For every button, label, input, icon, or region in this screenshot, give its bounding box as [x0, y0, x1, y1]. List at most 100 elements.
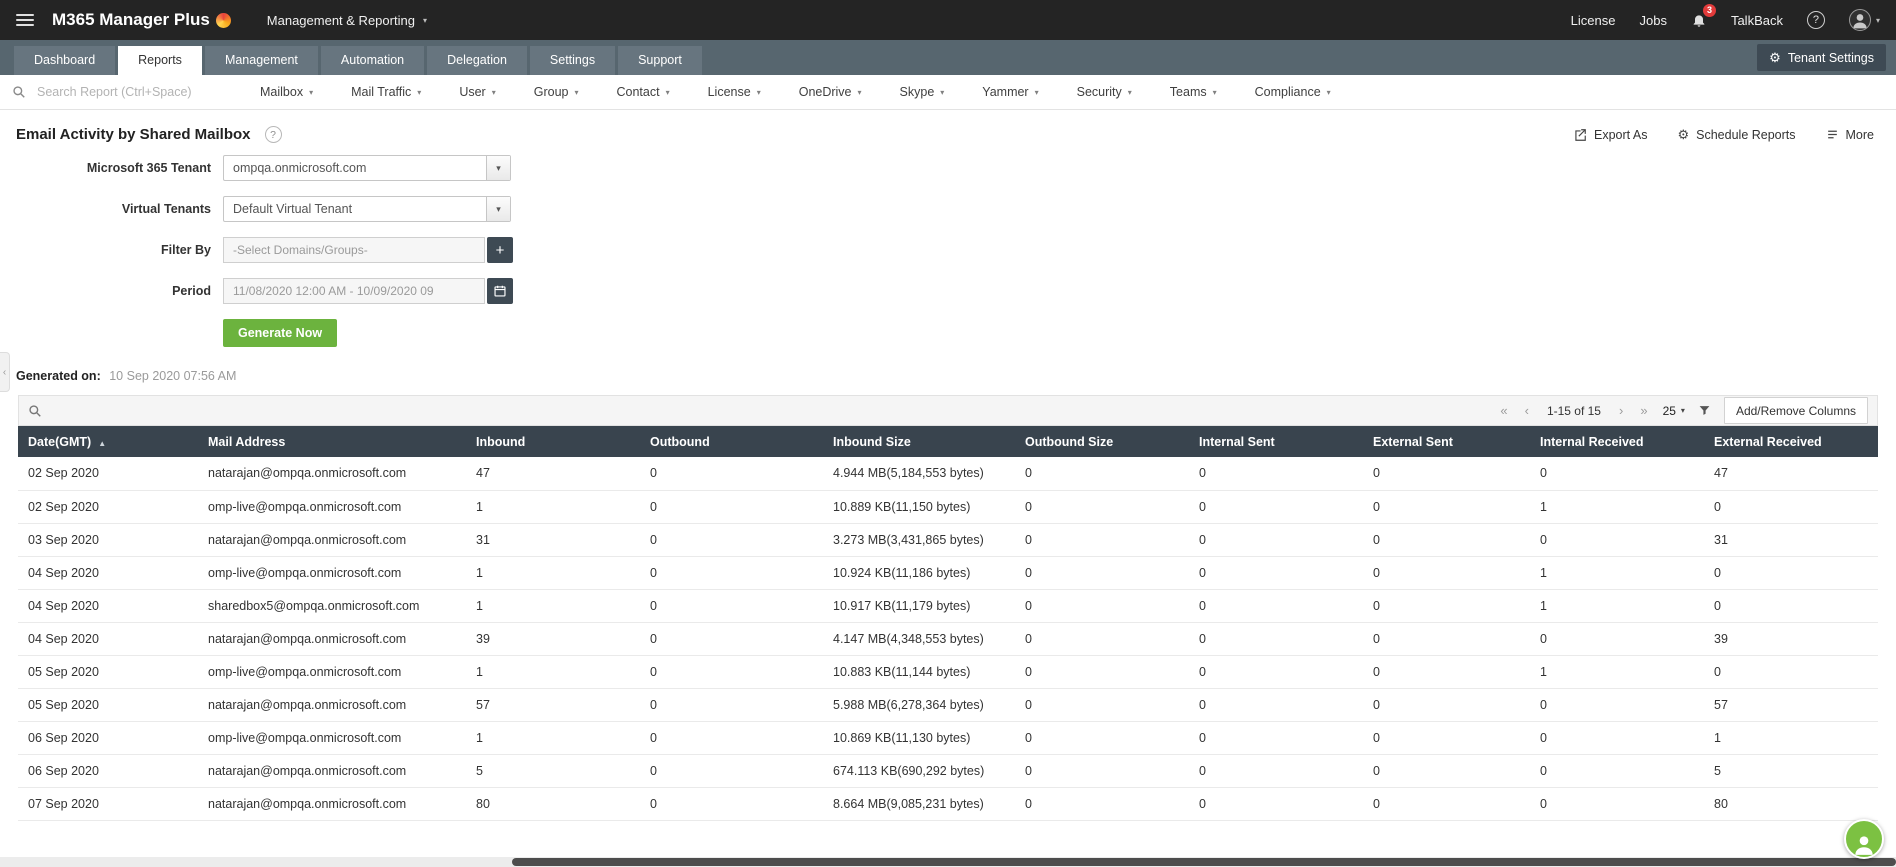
panel-collapse-handle[interactable]: ‹ — [0, 352, 10, 392]
first-page-button[interactable]: « — [1498, 403, 1509, 418]
table-cell: natarajan@ompqa.onmicrosoft.com — [198, 688, 466, 722]
schedule-reports-button[interactable]: ⚙ Schedule Reports — [1677, 128, 1795, 142]
table-row[interactable]: 07 Sep 2020 natarajan@ompqa.onmicrosoft.c… — [18, 787, 1878, 821]
filter-funnel-icon[interactable] — [1698, 404, 1711, 417]
talkback-link[interactable]: TalkBack — [1731, 13, 1783, 28]
menu-security[interactable]: Security ▾ — [1077, 85, 1132, 99]
column-header-external-sent[interactable]: External Sent — [1363, 426, 1530, 457]
table-row[interactable]: 05 Sep 2020 omp-live@ompqa.onmicrosoft.co… — [18, 655, 1878, 689]
report-help-icon[interactable]: ? — [264, 126, 282, 143]
tab-support[interactable]: Support — [618, 46, 702, 75]
menu-user[interactable]: User ▾ — [459, 85, 495, 99]
table-search-icon[interactable] — [28, 404, 42, 418]
table-cell: 0 — [1530, 523, 1704, 557]
table-cell: 0 — [1530, 721, 1704, 755]
calendar-button[interactable] — [487, 278, 513, 304]
tenant-select[interactable]: ompqa.onmicrosoft.com ▾ — [223, 155, 511, 181]
avatar-icon — [1848, 9, 1871, 31]
menu-teams[interactable]: Teams ▾ — [1170, 85, 1217, 99]
main-tab-bar: Dashboard Reports Management Automation … — [0, 40, 1896, 75]
column-label: Inbound — [476, 434, 526, 449]
report-table-section: « ‹ 1-15 of 15 › » 25 ▾ Add/Remove Colum… — [18, 395, 1878, 821]
tab-settings[interactable]: Settings — [529, 46, 616, 75]
table-row[interactable]: 02 Sep 2020 natarajan@ompqa.onmicrosoft.c… — [18, 457, 1878, 491]
hamburger-menu-icon[interactable] — [16, 14, 34, 26]
tenant-settings-button[interactable]: ⚙ Tenant Settings — [1757, 44, 1886, 71]
menu-contact[interactable]: Contact ▾ — [617, 85, 670, 99]
period-field[interactable]: 11/08/2020 12:00 AM - 10/09/2020 09 — [223, 278, 485, 304]
table-row[interactable]: 03 Sep 2020 natarajan@ompqa.onmicrosoft.c… — [18, 523, 1878, 557]
table-cell: 0 — [1363, 754, 1530, 788]
menu-mail-traffic[interactable]: Mail Traffic ▾ — [351, 85, 421, 99]
table-cell: 8.664 MB(9,085,231 bytes) — [823, 787, 1015, 821]
table-row[interactable]: 04 Sep 2020 sharedbox5@ompqa.onmicrosoft.… — [18, 589, 1878, 623]
table-cell: 0 — [1189, 457, 1363, 491]
export-as-button[interactable]: Export As — [1573, 128, 1647, 142]
column-header-internal-received[interactable]: Internal Received — [1530, 426, 1704, 457]
table-cell: 0 — [1189, 622, 1363, 656]
horizontal-scrollbar-thumb[interactable] — [511, 858, 1896, 866]
table-row[interactable]: 04 Sep 2020 omp-live@ompqa.onmicrosoft.co… — [18, 556, 1878, 590]
menu-label: OneDrive — [798, 85, 852, 99]
period-label: Period — [172, 284, 211, 298]
menu-label: Mail Traffic — [351, 85, 412, 99]
add-filter-button[interactable]: + — [487, 237, 513, 263]
tab-automation[interactable]: Automation — [320, 46, 425, 75]
module-switcher[interactable]: Management & Reporting ▾ — [267, 13, 427, 28]
jobs-link[interactable]: Jobs — [1639, 13, 1666, 28]
table-toolbar-right: « ‹ 1-15 of 15 › » 25 ▾ Add/Remove Colum… — [1498, 397, 1868, 424]
filter-by-field[interactable]: -Select Domains/Groups- — [223, 237, 485, 263]
column-header-mail-address[interactable]: Mail Address — [198, 426, 466, 457]
horizontal-scrollbar[interactable] — [0, 857, 1896, 867]
virtual-tenants-select[interactable]: Default Virtual Tenant ▾ — [223, 196, 511, 222]
menu-group[interactable]: Group ▾ — [534, 85, 579, 99]
column-header-external-received[interactable]: External Received — [1704, 426, 1878, 457]
tab-reports[interactable]: Reports — [118, 46, 202, 75]
menu-compliance[interactable]: Compliance ▾ — [1255, 85, 1331, 99]
page-size-select[interactable]: 25 ▾ — [1663, 404, 1685, 418]
notifications-button[interactable]: 3 — [1691, 4, 1716, 28]
user-menu[interactable]: ▾ — [1848, 9, 1880, 31]
license-link[interactable]: License — [1571, 13, 1616, 28]
table-cell: 0 — [1363, 688, 1530, 722]
last-page-button[interactable]: » — [1638, 403, 1649, 418]
table-cell: 1 — [466, 490, 640, 524]
prev-page-button[interactable]: ‹ — [1523, 403, 1531, 418]
menu-skype[interactable]: Skype ▾ — [900, 85, 945, 99]
tab-dashboard[interactable]: Dashboard — [14, 46, 116, 75]
help-icon[interactable]: ? — [1806, 11, 1825, 29]
page-actions: Export As ⚙ Schedule Reports More — [1573, 128, 1874, 142]
column-header-inbound[interactable]: Inbound — [466, 426, 640, 457]
table-cell: 0 — [1189, 688, 1363, 722]
search-report-input[interactable] — [35, 84, 230, 100]
column-header-internal-sent[interactable]: Internal Sent — [1189, 426, 1363, 457]
table-cell: omp-live@ompqa.onmicrosoft.com — [198, 556, 466, 590]
next-page-button[interactable]: › — [1617, 403, 1625, 418]
table-row[interactable]: 06 Sep 2020 natarajan@ompqa.onmicrosoft.c… — [18, 754, 1878, 788]
menu-label: Skype — [899, 85, 935, 99]
menu-onedrive[interactable]: OneDrive ▾ — [799, 85, 862, 99]
tab-management[interactable]: Management — [204, 46, 318, 75]
table-cell: 0 — [640, 754, 823, 788]
column-header-outbound-size[interactable]: Outbound Size — [1015, 426, 1189, 457]
column-header-outbound[interactable]: Outbound — [640, 426, 823, 457]
table-cell: 0 — [1363, 721, 1530, 755]
menu-mailbox[interactable]: Mailbox ▾ — [260, 85, 313, 99]
more-button[interactable]: More — [1826, 128, 1874, 142]
table-row[interactable]: 06 Sep 2020 omp-live@ompqa.onmicrosoft.co… — [18, 721, 1878, 755]
menu-license[interactable]: License ▾ — [708, 85, 761, 99]
table-row[interactable]: 02 Sep 2020 omp-live@ompqa.onmicrosoft.co… — [18, 490, 1878, 524]
tab-delegation[interactable]: Delegation — [427, 46, 527, 75]
column-label: Outbound Size — [1025, 434, 1114, 449]
table-cell: 3.273 MB(3,431,865 bytes) — [823, 523, 1015, 557]
column-header-inbound-size[interactable]: Inbound Size — [823, 426, 1015, 457]
column-header-date[interactable]: Date(GMT) ▲ — [18, 426, 198, 457]
chat-support-button[interactable] — [1844, 819, 1884, 859]
table-row[interactable]: 05 Sep 2020 natarajan@ompqa.onmicrosoft.c… — [18, 688, 1878, 722]
menu-yammer[interactable]: Yammer ▾ — [982, 85, 1038, 99]
table-row[interactable]: 04 Sep 2020 natarajan@ompqa.onmicrosoft.c… — [18, 622, 1878, 656]
app-logo-text: M365 Manager Plus — [52, 10, 210, 29]
add-remove-columns-button[interactable]: Add/Remove Columns — [1723, 397, 1868, 424]
table-cell: 4.944 MB(5,184,553 bytes) — [823, 457, 1015, 491]
generate-now-button[interactable]: Generate Now — [223, 319, 338, 347]
